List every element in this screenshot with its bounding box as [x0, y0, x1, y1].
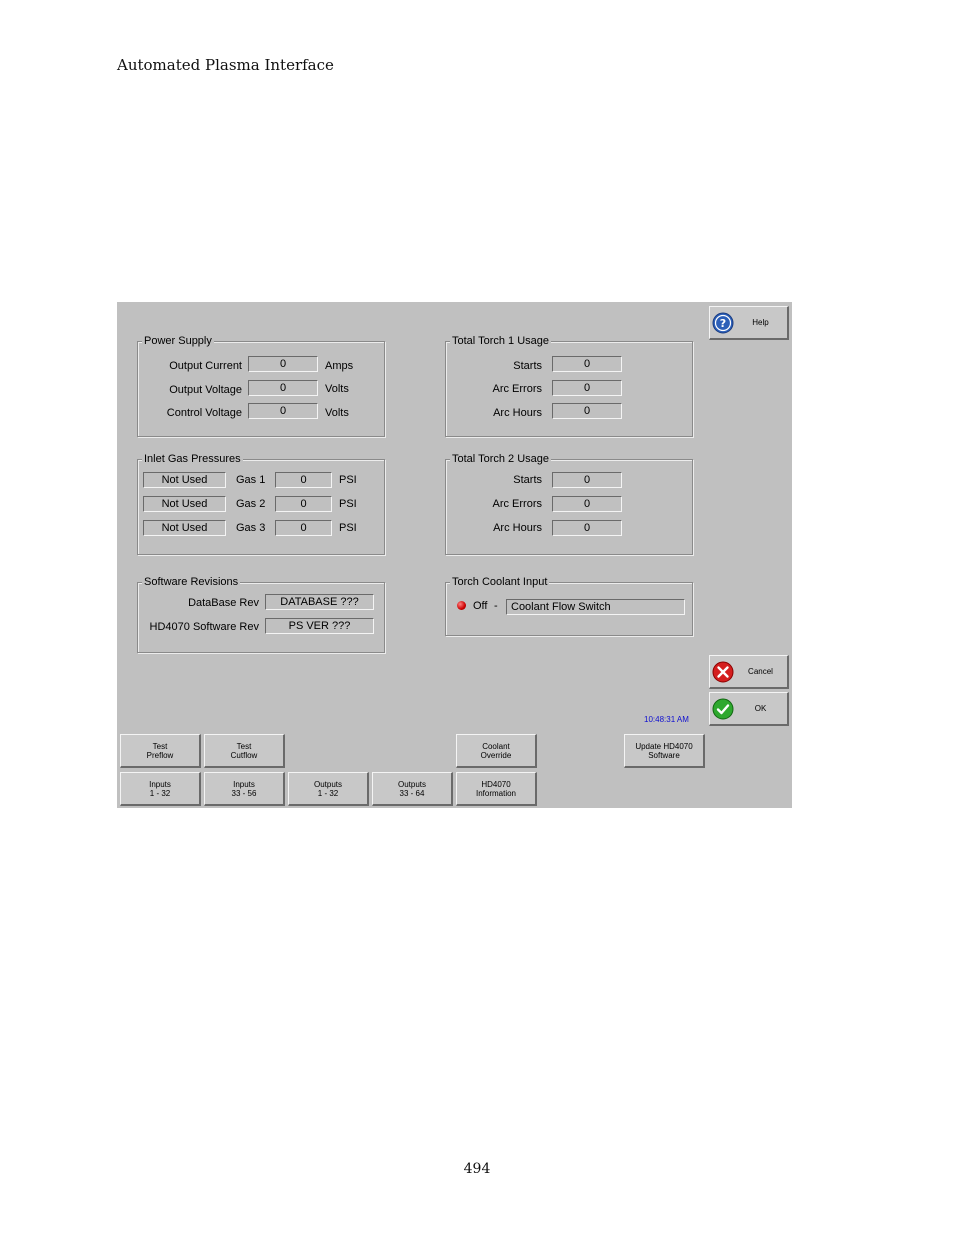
gas3-unit: PSI [339, 522, 357, 534]
gas1-value: 0 [275, 472, 332, 488]
torch2-usage-group: Total Torch 2 Usage Starts 0 Arc Errors … [445, 452, 693, 555]
control-voltage-label: Control Voltage [166, 407, 242, 419]
database-rev-label: DataBase Rev [188, 597, 259, 609]
gas2-value: 0 [275, 496, 332, 512]
torch1-starts-value: 0 [552, 356, 622, 372]
ok-button[interactable]: OK [709, 692, 789, 726]
inputs-33-56-line2: 33 - 56 [231, 788, 257, 798]
update-hd4070-line2: Software [648, 750, 680, 760]
output-voltage-unit: Volts [325, 383, 349, 395]
software-revisions-title: Software Revisions [142, 575, 241, 589]
control-voltage-unit: Volts [325, 407, 349, 419]
torch1-starts-label: Starts [513, 360, 542, 372]
inputs-33-56-button[interactable]: Inputs 33 - 56 [204, 772, 285, 806]
software-revisions-group: Software Revisions DataBase Rev DATABASE… [137, 575, 385, 653]
help-button[interactable]: ? Help [709, 306, 789, 340]
gas2-label: Gas 2 [236, 498, 266, 510]
torch2-arc-errors-label: Arc Errors [492, 498, 543, 510]
gas2-status: Not Used [143, 496, 226, 512]
output-voltage-label: Output Voltage [169, 384, 242, 396]
power-supply-title: Power Supply [142, 334, 214, 348]
document-header: Automated Plasma Interface [117, 56, 334, 74]
torch1-arc-hours-label: Arc Hours [493, 407, 542, 419]
gas2-unit: PSI [339, 498, 357, 510]
cancel-label: Cancel [748, 667, 773, 676]
torch2-starts-label: Starts [513, 474, 542, 486]
torch-coolant-group: Torch Coolant Input Off - Coolant Flow S… [445, 575, 693, 636]
outputs-33-64-line2: 33 - 64 [399, 788, 425, 798]
torch1-usage-title: Total Torch 1 Usage [450, 334, 552, 348]
inputs-1-32-line1: Inputs [149, 779, 171, 789]
test-preflow-line2: Preflow [146, 750, 174, 760]
control-voltage-value: 0 [248, 403, 318, 419]
gas3-status: Not Used [143, 520, 226, 536]
ok-label: OK [754, 704, 767, 713]
gas3-value: 0 [275, 520, 332, 536]
coolant-dash: - [494, 600, 498, 612]
torch2-usage-title: Total Torch 2 Usage [450, 452, 552, 466]
gas1-status: Not Used [143, 472, 226, 488]
inlet-gas-group: Inlet Gas Pressures Not Used Gas 1 0 PSI… [137, 452, 385, 555]
hd4070-software-rev-label: HD4070 Software Rev [149, 621, 259, 633]
inputs-33-56-line1: Inputs [233, 779, 255, 789]
outputs-1-32-line1: Outputs [313, 779, 342, 789]
plasma-diagnostics-screen: Power Supply Output Current 0 Amps Outpu… [117, 302, 792, 808]
test-cutflow-line1: Test [236, 741, 252, 751]
ok-check-icon [712, 698, 734, 719]
output-voltage-value: 0 [248, 380, 318, 396]
torch2-starts-value: 0 [552, 472, 622, 488]
coolant-flow-switch-field: Coolant Flow Switch [506, 599, 685, 615]
coolant-state: Off [473, 600, 488, 612]
led-indicator-icon [457, 601, 466, 610]
cancel-button[interactable]: Cancel [709, 655, 789, 689]
update-hd4070-line1: Update HD4070 [635, 741, 693, 751]
inputs-1-32-button[interactable]: Inputs 1 - 32 [120, 772, 201, 806]
test-preflow-line1: Test [152, 741, 168, 751]
power-supply-group: Power Supply Output Current 0 Amps Outpu… [137, 334, 385, 437]
coolant-override-line1: Coolant [482, 741, 510, 751]
coolant-override-line2: Override [480, 750, 512, 760]
database-rev-value: DATABASE ??? [265, 594, 374, 610]
test-cutflow-line2: Cutflow [230, 750, 258, 760]
gas3-label: Gas 3 [236, 522, 266, 534]
torch2-arc-hours-label: Arc Hours [493, 522, 542, 534]
page-number: 494 [463, 1161, 491, 1177]
inlet-gas-title: Inlet Gas Pressures [142, 452, 243, 466]
outputs-33-64-line1: Outputs [397, 779, 426, 789]
torch-coolant-title: Torch Coolant Input [450, 575, 550, 589]
output-current-unit: Amps [325, 360, 354, 372]
test-preflow-button[interactable]: Test Preflow [120, 734, 201, 768]
test-cutflow-button[interactable]: Test Cutflow [204, 734, 285, 768]
inputs-1-32-line2: 1 - 32 [149, 788, 171, 798]
hd4070-information-line2: Information [475, 788, 517, 798]
gas1-unit: PSI [339, 474, 357, 486]
cancel-x-icon [712, 661, 734, 682]
hd4070-software-rev-value: PS VER ??? [265, 618, 374, 634]
torch2-arc-hours-value: 0 [552, 520, 622, 536]
torch2-arc-errors-value: 0 [552, 496, 622, 512]
svg-text:?: ? [720, 317, 726, 330]
torch1-arc-hours-value: 0 [552, 403, 622, 419]
torch1-usage-group: Total Torch 1 Usage Starts 0 Arc Errors … [445, 334, 693, 437]
hd4070-information-button[interactable]: HD4070 Information [456, 772, 537, 806]
help-question-icon: ? [712, 312, 734, 333]
help-label: Help [752, 318, 769, 327]
torch1-arc-errors-label: Arc Errors [492, 383, 543, 395]
torch1-arc-errors-value: 0 [552, 380, 622, 396]
outputs-33-64-button[interactable]: Outputs 33 - 64 [372, 772, 453, 806]
coolant-override-button[interactable]: Coolant Override [456, 734, 537, 768]
hd4070-information-line1: HD4070 [481, 779, 511, 789]
clock-display: 10:48:31 AM [644, 715, 689, 724]
output-current-label: Output Current [169, 360, 242, 372]
output-current-value: 0 [248, 356, 318, 372]
outputs-1-32-button[interactable]: Outputs 1 - 32 [288, 772, 369, 806]
update-hd4070-software-button[interactable]: Update HD4070 Software [624, 734, 705, 768]
outputs-1-32-line2: 1 - 32 [317, 788, 339, 798]
gas1-label: Gas 1 [236, 474, 266, 486]
